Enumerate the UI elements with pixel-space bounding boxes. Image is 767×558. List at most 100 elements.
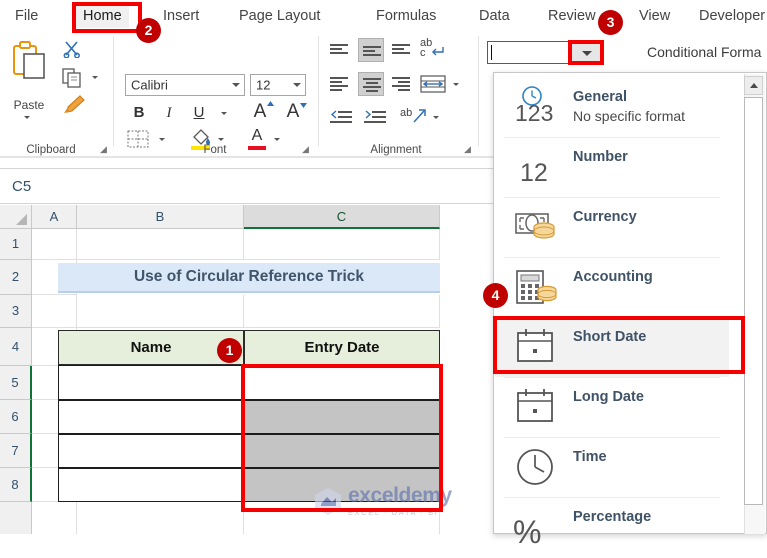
clipboard-dialog-launcher[interactable]: ◢ bbox=[100, 144, 107, 155]
paste-button[interactable] bbox=[8, 40, 50, 96]
cell-c1[interactable] bbox=[244, 229, 440, 260]
wrap-arrow-icon bbox=[432, 47, 444, 56]
dropdown-item-long-date[interactable]: Long Date bbox=[495, 377, 729, 437]
tab-developer[interactable]: Developer bbox=[692, 4, 767, 28]
align-left-button[interactable] bbox=[330, 76, 350, 92]
scrollbar-thumb[interactable] bbox=[744, 97, 763, 505]
merge-chevron-down-icon[interactable] bbox=[453, 83, 459, 86]
dropdown-label-percentage: Percentage bbox=[573, 509, 652, 525]
font-color-letter-icon: A bbox=[251, 127, 263, 144]
cell-c3[interactable] bbox=[244, 295, 440, 328]
underline-chevron-down-icon[interactable] bbox=[221, 112, 227, 115]
number-123-icon: 123 bbox=[511, 81, 563, 133]
table-header-name[interactable]: Name bbox=[58, 330, 244, 365]
dropdown-item-number[interactable]: 12 Number bbox=[495, 137, 729, 197]
cell-b6[interactable] bbox=[58, 400, 244, 434]
format-painter-button[interactable] bbox=[60, 94, 86, 116]
dropdown-item-percentage[interactable]: % Percentage bbox=[495, 497, 729, 557]
dropdown-item-currency[interactable]: Currency bbox=[495, 197, 729, 257]
row-header-8[interactable]: 8 bbox=[0, 468, 32, 502]
row-header-5[interactable]: 5 bbox=[0, 366, 32, 400]
row-header-1[interactable]: 1 bbox=[0, 229, 32, 260]
alignment-dialog-launcher[interactable]: ◢ bbox=[464, 144, 471, 155]
number-format-dropdown-panel[interactable]: 123 General No specific format 12 Number bbox=[493, 72, 767, 550]
decrease-indent-button[interactable] bbox=[330, 110, 352, 124]
cell-b5[interactable] bbox=[58, 365, 244, 400]
cell-b1[interactable] bbox=[77, 229, 244, 260]
cell-b8[interactable] bbox=[58, 468, 244, 502]
font-size-chevron-down-icon[interactable] bbox=[293, 83, 301, 87]
align-middle-button[interactable] bbox=[358, 38, 384, 62]
tab-page-layout[interactable]: Page Layout bbox=[232, 4, 327, 28]
orientation-button[interactable]: ab bbox=[400, 107, 426, 128]
row-header-4[interactable]: 4 bbox=[0, 328, 32, 366]
borders-chevron-down-icon[interactable] bbox=[159, 138, 165, 141]
increase-indent-button[interactable] bbox=[364, 110, 386, 124]
font-dialog-launcher[interactable]: ◢ bbox=[302, 144, 309, 155]
row-header-6[interactable]: 6 bbox=[0, 400, 32, 434]
sheet-title-banner[interactable]: Use of Circular Reference Trick bbox=[58, 263, 440, 293]
scroll-up-button[interactable] bbox=[744, 76, 763, 95]
column-header-c[interactable]: C bbox=[244, 205, 440, 229]
conditional-formatting-label[interactable]: Conditional Forma bbox=[647, 44, 761, 60]
paste-chevron-down-icon[interactable] bbox=[24, 116, 30, 119]
increase-indent-arrow-icon bbox=[365, 110, 372, 119]
copy-chevron-down-icon[interactable] bbox=[92, 76, 98, 79]
cell-c5-active[interactable] bbox=[244, 365, 440, 400]
tab-review[interactable]: Review bbox=[541, 4, 603, 28]
row-header-7[interactable]: 7 bbox=[0, 434, 32, 468]
row-header-2[interactable]: 2 bbox=[0, 260, 32, 295]
cell-a3[interactable] bbox=[32, 295, 77, 328]
row-header-3[interactable]: 3 bbox=[0, 295, 32, 328]
font-name-combo[interactable]: Calibri bbox=[125, 74, 245, 96]
tab-home[interactable]: Home bbox=[76, 4, 129, 28]
cell-c7[interactable] bbox=[244, 434, 440, 468]
cell-b7[interactable] bbox=[58, 434, 244, 468]
align-top-button[interactable] bbox=[330, 42, 350, 58]
copy-button[interactable] bbox=[62, 68, 84, 88]
cell-b3[interactable] bbox=[77, 295, 244, 328]
cell-b9[interactable] bbox=[77, 502, 244, 534]
tab-file[interactable]: File bbox=[8, 4, 45, 28]
align-bottom-button[interactable] bbox=[392, 42, 412, 58]
dropdown-item-general[interactable]: 123 General No specific format bbox=[495, 77, 729, 137]
column-header-b[interactable]: B bbox=[77, 205, 244, 229]
table-header-entry-date[interactable]: Entry Date bbox=[244, 330, 440, 365]
name-box[interactable]: C5 bbox=[12, 178, 31, 195]
cell-a1[interactable] bbox=[32, 229, 77, 260]
accounting-calculator-coins-icon bbox=[511, 261, 563, 313]
font-size-combo[interactable]: 12 bbox=[250, 74, 306, 96]
dropdown-item-short-date[interactable]: Short Date bbox=[495, 317, 729, 377]
cell-c6[interactable] bbox=[244, 400, 440, 434]
align-right-button[interactable] bbox=[392, 76, 412, 92]
fill-color-chevron-down-icon[interactable] bbox=[218, 138, 224, 141]
tab-view[interactable]: View bbox=[632, 4, 677, 28]
percent-icon: % bbox=[511, 501, 563, 553]
currency-banknote-coins-icon bbox=[511, 201, 563, 253]
align-center-button[interactable] bbox=[358, 72, 384, 96]
font-color-chevron-down-icon[interactable] bbox=[274, 138, 280, 141]
dropdown-label-short-date: Short Date bbox=[573, 329, 647, 345]
italic-button[interactable]: I bbox=[158, 103, 180, 123]
font-name-chevron-down-icon[interactable] bbox=[232, 83, 240, 87]
tab-formulas[interactable]: Formulas bbox=[369, 4, 443, 28]
watermark-tagline: EXCEL · DATA · BI bbox=[348, 508, 439, 517]
exceldemy-watermark: exceldemy EXCEL · DATA · BI bbox=[312, 484, 462, 526]
select-all-corner[interactable] bbox=[0, 205, 32, 229]
dropdown-item-accounting[interactable]: Accounting bbox=[495, 257, 729, 317]
tab-insert[interactable]: Insert bbox=[156, 4, 206, 28]
orientation-chevron-down-icon[interactable] bbox=[433, 116, 439, 119]
tab-data[interactable]: Data bbox=[472, 4, 517, 28]
dropdown-item-time[interactable]: Time bbox=[495, 437, 729, 497]
wrap-text-button[interactable]: ab c bbox=[420, 37, 448, 61]
underline-button[interactable]: U bbox=[188, 103, 210, 123]
bold-button[interactable]: B bbox=[128, 103, 150, 123]
cut-button[interactable] bbox=[62, 40, 82, 59]
number-format-dropdown-arrow[interactable] bbox=[570, 42, 602, 63]
number-format-text-caret bbox=[491, 45, 492, 60]
cell-a9[interactable] bbox=[32, 502, 77, 534]
row-header-9[interactable] bbox=[0, 502, 32, 534]
column-header-a[interactable]: A bbox=[32, 205, 77, 229]
dropdown-scrollbar[interactable] bbox=[744, 74, 765, 534]
merge-and-center-button[interactable] bbox=[420, 74, 446, 94]
